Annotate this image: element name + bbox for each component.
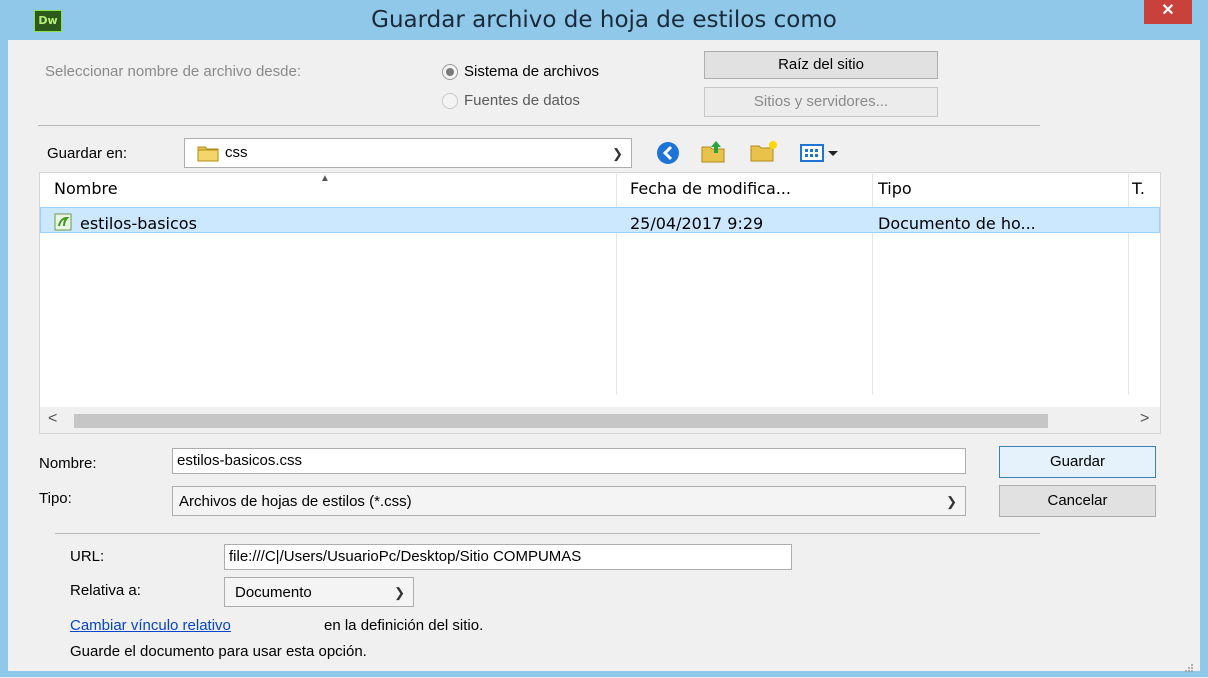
close-button[interactable]: ✕	[1144, 0, 1192, 24]
chevron-down-icon: ❯	[946, 494, 957, 509]
url-label: URL:	[70, 548, 105, 565]
save-in-folder-name: css	[225, 144, 248, 161]
title-bar: Dw Guardar archivo de hoja de estilos co…	[0, 0, 1208, 40]
css-file-icon	[54, 213, 72, 236]
relative-to-label: Relativa a:	[70, 582, 141, 599]
column-header-type[interactable]: Tipo	[878, 179, 912, 198]
radio-datasources[interactable]	[442, 93, 458, 109]
link-suffix-text: en la definición del sitio.	[324, 617, 484, 634]
up-folder-icon[interactable]	[700, 139, 728, 170]
filename-input[interactable]: estilos-basicos.css	[172, 448, 966, 474]
folder-icon	[197, 144, 219, 167]
scroll-left-icon[interactable]: <	[48, 410, 57, 428]
scroll-right-icon[interactable]: >	[1140, 410, 1149, 428]
chevron-down-icon: ❯	[394, 585, 405, 600]
filetype-label: Tipo:	[39, 490, 72, 507]
filename-label: Nombre:	[39, 455, 97, 472]
site-root-button[interactable]: Raíz del sitio	[704, 51, 938, 79]
column-header-date[interactable]: Fecha de modifica...	[630, 179, 791, 198]
radio-filesystem[interactable]	[442, 64, 458, 80]
radio-datasources-label[interactable]: Fuentes de datos	[464, 92, 580, 109]
relative-to-value: Documento	[235, 584, 312, 601]
column-header-size[interactable]: T.	[1132, 179, 1145, 198]
file-date-cell: 25/04/2017 9:29	[630, 214, 764, 233]
dialog-title: Guardar archivo de hoja de estilos como	[371, 7, 837, 33]
file-name-cell[interactable]: estilos-basicos	[80, 214, 197, 233]
back-icon[interactable]	[655, 140, 681, 171]
filetype-value: Archivos de hojas de estilos (*.css)	[179, 493, 412, 510]
file-type-cell: Documento de ho...	[878, 214, 1036, 233]
filetype-select[interactable]: Archivos de hojas de estilos (*.css) ❯	[172, 486, 966, 516]
file-list[interactable]: Nombre ▲ Fecha de modifica... Tipo T. es…	[39, 172, 1161, 434]
save-in-combobox[interactable]: css ❯	[184, 138, 632, 168]
save-button[interactable]: Guardar	[999, 446, 1156, 478]
scrollbar-thumb[interactable]	[74, 414, 1048, 428]
new-folder-icon[interactable]	[749, 140, 779, 169]
column-header-name[interactable]: Nombre	[54, 179, 118, 198]
save-in-label: Guardar en:	[47, 145, 128, 162]
sort-ascending-icon: ▲	[320, 173, 330, 184]
url-field[interactable]: file:///C|/Users/UsuarioPc/Desktop/Sitio…	[224, 544, 792, 570]
cancel-button[interactable]: Cancelar	[999, 485, 1156, 517]
source-label: Seleccionar nombre de archivo desde:	[45, 63, 301, 80]
sites-servers-button[interactable]: Sitios y servidores...	[704, 87, 938, 117]
save-note-text: Guarde el documento para usar esta opció…	[70, 643, 367, 660]
view-menu-icon[interactable]	[800, 144, 850, 167]
chevron-down-icon: ❯	[612, 146, 623, 161]
divider	[55, 533, 1040, 534]
change-relative-link[interactable]: Cambiar vínculo relativo	[70, 617, 231, 634]
relative-to-select[interactable]: Documento ❯	[224, 577, 414, 607]
resize-grip-icon[interactable]	[1184, 660, 1194, 678]
radio-filesystem-label[interactable]: Sistema de archivos	[464, 63, 599, 80]
divider	[38, 125, 1040, 126]
horizontal-scrollbar[interactable]: < >	[40, 407, 1160, 433]
